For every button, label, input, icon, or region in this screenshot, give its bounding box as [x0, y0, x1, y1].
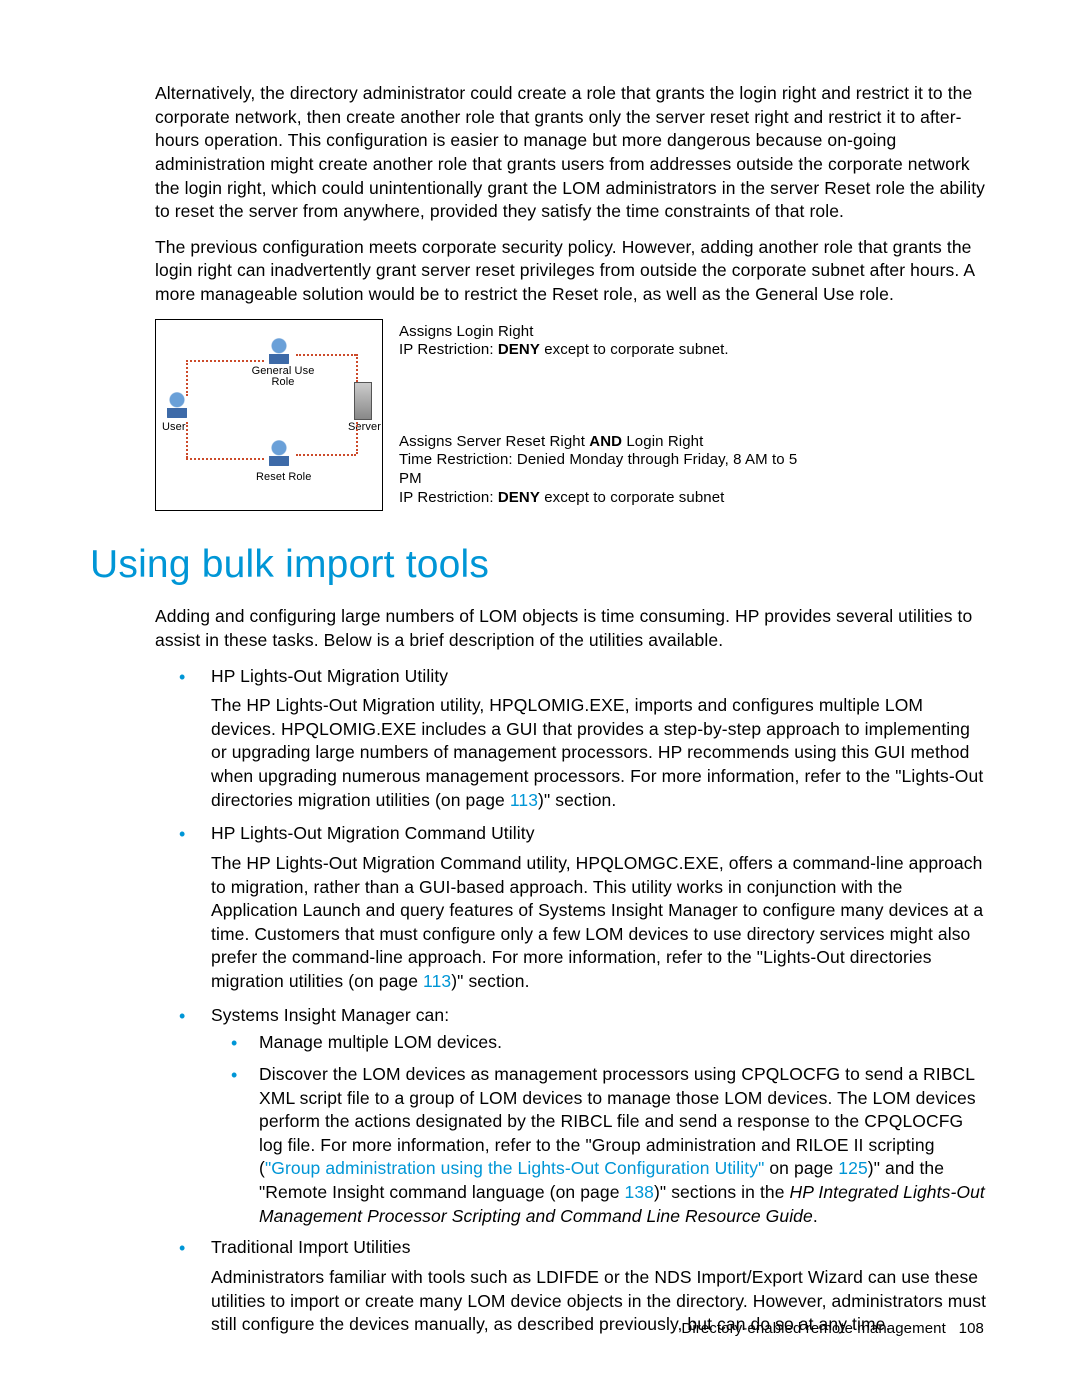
paragraph-1: Alternatively, the directory administrat… [155, 82, 990, 224]
connector [356, 422, 358, 454]
annot-text: Time Restriction: Denied Monday through … [399, 451, 797, 487]
page-footer: Directory-enabled remote management 108 [681, 1319, 984, 1339]
list-item: HP Lights-Out Migration Command Utility … [155, 822, 990, 993]
document-page: Alternatively, the directory administrat… [0, 0, 1080, 1397]
desc-text: )" section. [538, 790, 616, 810]
roles-diagram: User General Use Role Reset Role Server [155, 319, 990, 511]
connector [186, 360, 264, 362]
user-icon [164, 392, 194, 422]
annot-text: Login Right [622, 433, 703, 450]
section-heading: Using bulk import tools [90, 539, 990, 592]
item-title: HP Lights-Out Migration Utility [211, 666, 448, 686]
connector [296, 354, 356, 356]
item-title: Systems Insight Manager can: [211, 1005, 449, 1025]
desc-text: )" section. [451, 971, 529, 991]
annot-text: except to corporate subnet [540, 489, 724, 506]
list-item: Discover the LOM devices as management p… [211, 1063, 990, 1228]
diagram-box: User General Use Role Reset Role Server [155, 319, 383, 511]
paragraph-2: The previous configuration meets corpora… [155, 236, 990, 307]
annot-text: IP Restriction: [399, 489, 498, 506]
server-icon [354, 382, 372, 420]
list-item: Manage multiple LOM devices. [211, 1031, 990, 1055]
desc-text: )" sections in the [654, 1182, 790, 1202]
section-body: Adding and configuring large numbers of … [155, 605, 990, 1337]
sub-item-text: Manage multiple LOM devices. [259, 1032, 502, 1052]
cross-ref-link[interactable]: "Group administration using the Lights-O… [265, 1158, 764, 1178]
list-item: HP Lights-Out Migration Utility The HP L… [155, 665, 990, 813]
page-ref-link[interactable]: 113 [510, 790, 538, 810]
item-title: HP Lights-Out Migration Command Utility [211, 823, 535, 843]
annot-text: except to corporate subnet. [540, 341, 729, 358]
reset-role-label: Reset Role [256, 470, 311, 485]
desc-text: . [813, 1206, 818, 1226]
connector [186, 360, 188, 396]
reset-role-icon [266, 440, 296, 470]
footer-section: Directory-enabled remote management [681, 1320, 945, 1337]
page-ref-link[interactable]: 125 [838, 1158, 868, 1178]
item-desc: The HP Lights-Out Migration utility, HPQ… [211, 694, 990, 812]
user-label: User [162, 420, 186, 435]
diagram-top-annotation: Assigns Login Right IP Restriction: DENY… [399, 323, 819, 433]
annot-and: AND [589, 433, 622, 450]
body-text-block: Alternatively, the directory administrat… [155, 82, 990, 511]
general-use-icon [266, 338, 296, 368]
sub-list: Manage multiple LOM devices. Discover th… [211, 1031, 990, 1228]
utility-list: HP Lights-Out Migration Utility The HP L… [155, 665, 990, 1337]
list-item: Systems Insight Manager can: Manage mult… [155, 1004, 990, 1229]
general-use-label: General Use Role [250, 366, 316, 389]
diagram-bottom-annotation: Assigns Server Reset Right AND Login Rig… [399, 433, 819, 508]
connector [186, 422, 188, 458]
server-label: Server [348, 420, 381, 435]
annot-deny: DENY [498, 489, 540, 506]
annot-text: IP Restriction: [399, 341, 498, 358]
annot-text: Assigns Server Reset Right [399, 433, 589, 450]
intro-paragraph: Adding and configuring large numbers of … [155, 605, 990, 652]
connector [296, 454, 356, 456]
page-ref-link[interactable]: 138 [625, 1182, 655, 1202]
item-desc: The HP Lights-Out Migration Command util… [211, 852, 990, 994]
page-ref-link[interactable]: 113 [423, 971, 451, 991]
desc-text: The HP Lights-Out Migration Command util… [211, 853, 983, 991]
connector [356, 354, 358, 382]
annot-deny: DENY [498, 341, 540, 358]
diagram-annotations: Assigns Login Right IP Restriction: DENY… [399, 319, 819, 508]
desc-text: on page [764, 1158, 838, 1178]
annot-text: Assigns Login Right [399, 323, 533, 340]
item-title: Traditional Import Utilities [211, 1237, 411, 1257]
connector [186, 458, 264, 460]
footer-page-number: 108 [959, 1320, 984, 1337]
